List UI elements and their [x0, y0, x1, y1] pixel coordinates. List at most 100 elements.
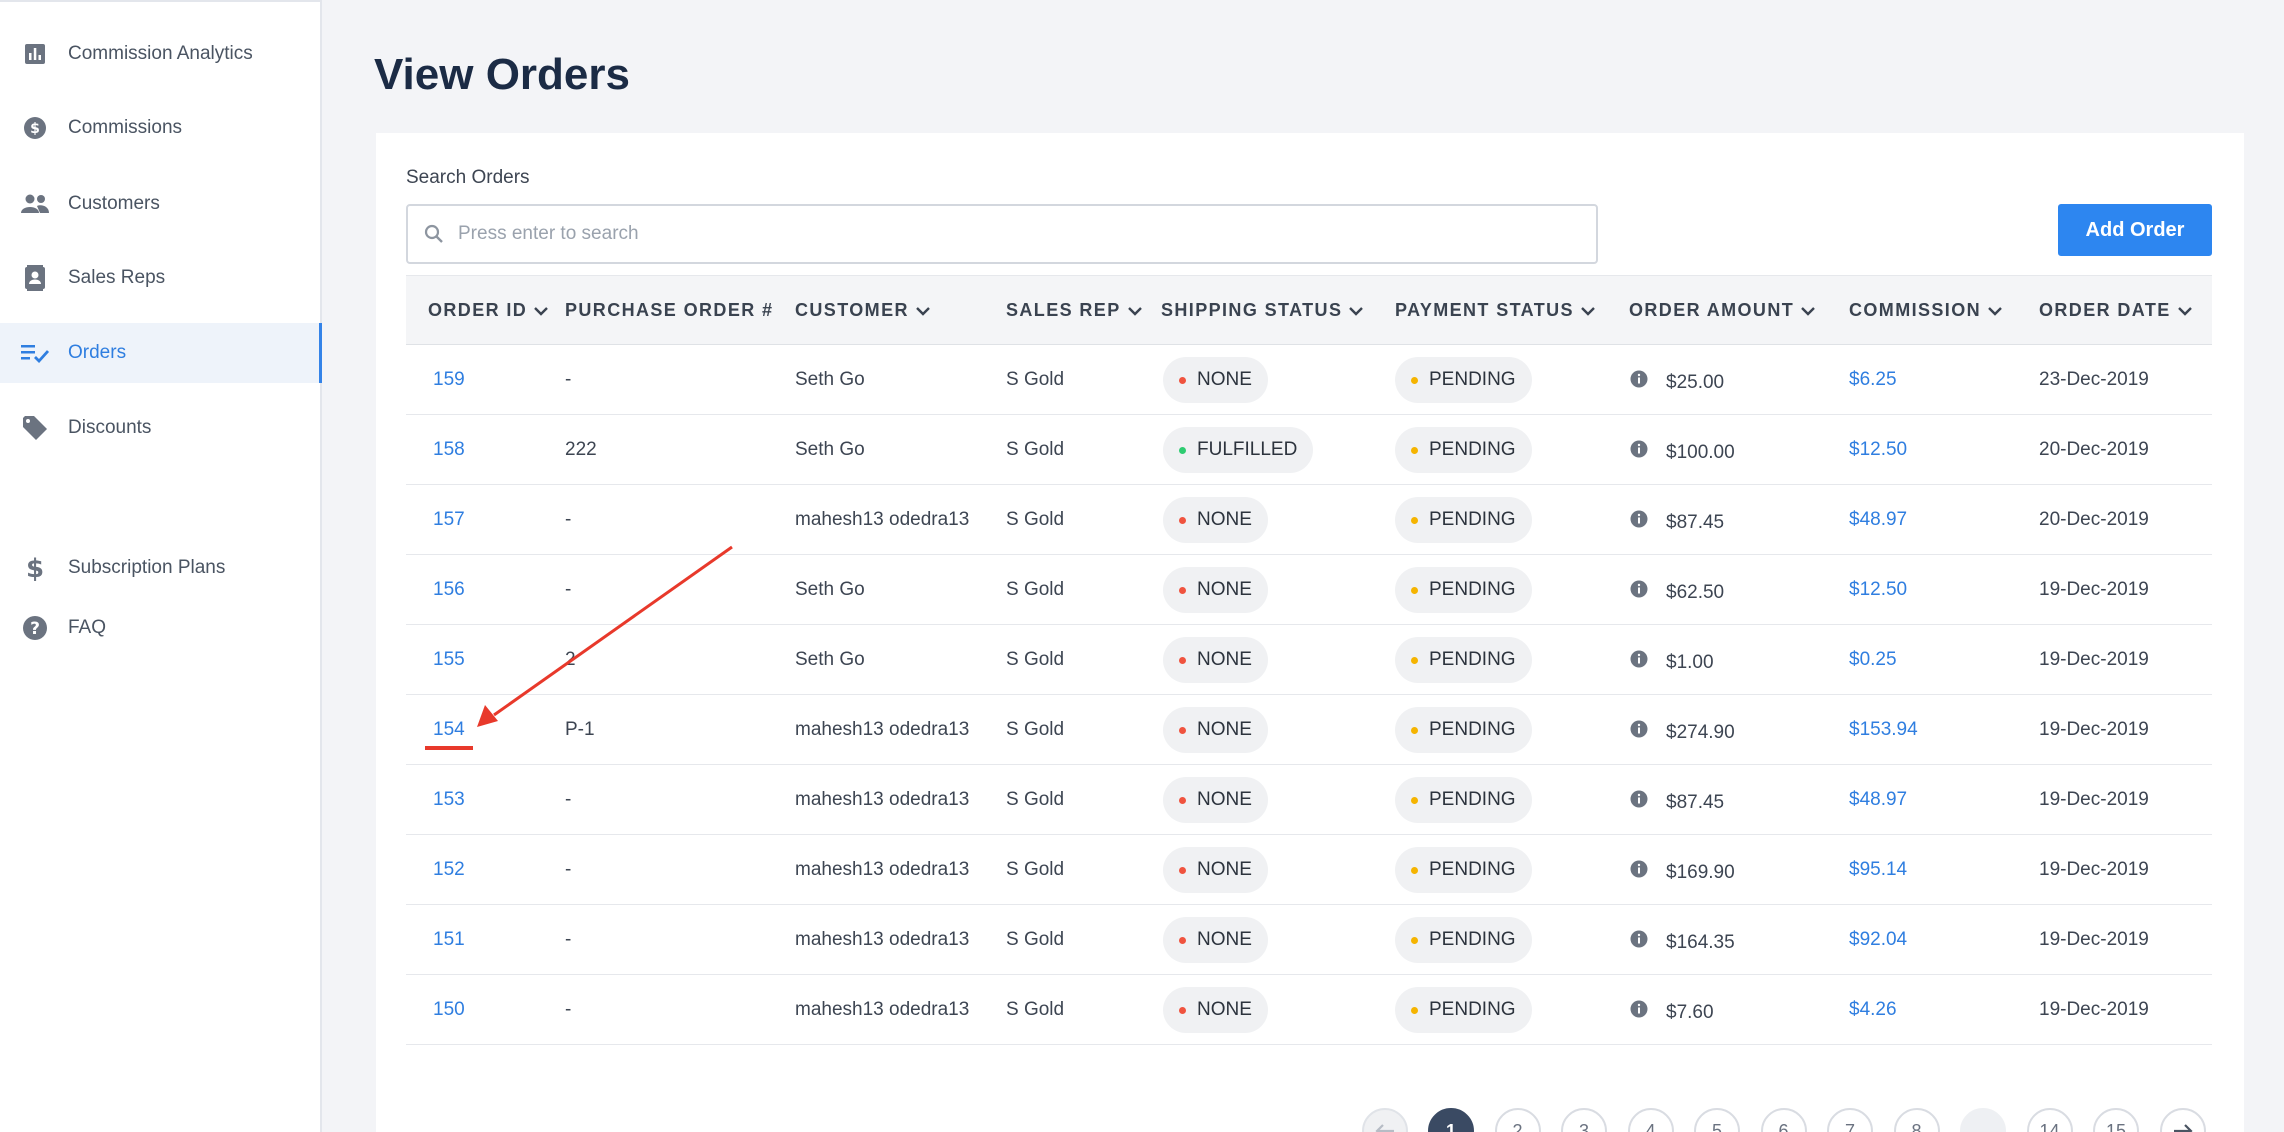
table-row[interactable]: 158 222 Seth Go S Gold FULFILLED PENDING $100.…: [406, 415, 2212, 485]
payment-status-label: PENDING: [1429, 719, 1516, 740]
table-row[interactable]: 153 - mahesh13 odedra13 S Gold NONE PENDING $8…: [406, 765, 2212, 835]
sidebar-item-label: Subscription Plans: [68, 557, 226, 578]
purchase-order-cell: 222: [565, 439, 597, 460]
column-header-customer[interactable]: CUSTOMER: [795, 300, 931, 321]
commission-link[interactable]: $153.94: [1849, 719, 1918, 741]
shipping-status-label: NONE: [1197, 369, 1252, 390]
shipping-status-badge: NONE: [1163, 917, 1268, 963]
order-amount-cell: $169.90: [1666, 862, 1735, 883]
shipping-status-badge: NONE: [1163, 567, 1268, 613]
order-id-link[interactable]: 154: [433, 719, 465, 741]
sales-rep-cell: S Gold: [1006, 999, 1065, 1020]
order-amount-cell: $100.00: [1666, 442, 1735, 463]
commission-link[interactable]: $48.97: [1849, 789, 1907, 811]
column-label: SALES REP: [1006, 300, 1121, 320]
status-dot: [1179, 587, 1186, 594]
column-header-order-id[interactable]: ORDER ID: [428, 300, 549, 321]
table-row[interactable]: 151 - mahesh13 odedra13 S Gold NONE PENDING $1…: [406, 905, 2212, 975]
order-id-link[interactable]: 155: [433, 649, 465, 671]
table-row[interactable]: 152 - mahesh13 odedra13 S Gold NONE PENDING $1…: [406, 835, 2212, 905]
commission-link[interactable]: $95.14: [1849, 859, 1907, 881]
customer-cell: Seth Go: [795, 649, 865, 670]
order-id-link[interactable]: 152: [433, 859, 465, 881]
sidebar-item-orders[interactable]: Orders: [0, 323, 322, 383]
info-icon[interactable]: [1629, 579, 1649, 599]
search-input[interactable]: [458, 216, 1578, 252]
shipping-status-badge: NONE: [1163, 777, 1268, 823]
table-row[interactable]: 150 - mahesh13 odedra13 S Gold NONE PENDING $7…: [406, 975, 2212, 1045]
info-icon[interactable]: [1629, 719, 1649, 739]
table-row[interactable]: 156 - Seth Go S Gold NONE PENDING $62.50 $12.50…: [406, 555, 2212, 625]
order-id-link[interactable]: 153: [433, 789, 465, 811]
column-header-shipping-status[interactable]: SHIPPING STATUS: [1161, 300, 1364, 321]
order-id-link[interactable]: 150: [433, 999, 465, 1021]
info-icon[interactable]: [1629, 369, 1649, 389]
shipping-status-label: NONE: [1197, 929, 1252, 950]
table-row[interactable]: 155 2 Seth Go S Gold NONE PENDING $1.00 $0.25 19…: [406, 625, 2212, 695]
order-id-link[interactable]: 151: [433, 929, 465, 951]
customer-cell: mahesh13 odedra13: [795, 719, 970, 740]
status-dot: [1411, 797, 1418, 804]
info-icon[interactable]: [1629, 509, 1649, 529]
order-id-link[interactable]: 158: [433, 439, 465, 461]
order-date-cell: 19-Dec-2019: [2039, 929, 2149, 950]
search-icon: [424, 224, 446, 246]
info-icon[interactable]: [1629, 999, 1649, 1019]
sidebar-item-sales-reps[interactable]: Sales Reps: [0, 248, 322, 308]
order-date-cell: 23-Dec-2019: [2039, 369, 2149, 390]
commission-link[interactable]: $48.97: [1849, 509, 1907, 531]
sidebar-item-discounts[interactable]: Discounts: [0, 398, 322, 458]
table-row[interactable]: 157 - mahesh13 odedra13 S Gold NONE PENDING $8…: [406, 485, 2212, 555]
customer-cell: Seth Go: [795, 369, 865, 390]
info-icon[interactable]: [1629, 859, 1649, 879]
checklist-icon: [20, 338, 50, 368]
chevron-down-icon: [1349, 306, 1364, 316]
info-icon[interactable]: [1629, 929, 1649, 949]
commission-link[interactable]: $4.26: [1849, 999, 1897, 1021]
customer-cell: mahesh13 odedra13: [795, 999, 970, 1020]
column-header-sales-rep[interactable]: SALES REP: [1006, 300, 1143, 321]
info-icon[interactable]: [1629, 439, 1649, 459]
sidebar: Commission Analytics $ Commissions Custo…: [0, 0, 322, 1132]
commission-link[interactable]: $92.04: [1849, 929, 1907, 951]
sidebar-item-customers[interactable]: Customers: [0, 174, 322, 234]
info-icon[interactable]: [1629, 649, 1649, 669]
column-label: SHIPPING STATUS: [1161, 300, 1343, 320]
commission-link[interactable]: $12.50: [1849, 579, 1907, 601]
sidebar-item-subscription-plans[interactable]: $ Subscription Plans: [0, 538, 322, 598]
purchase-order-cell: P-1: [565, 719, 595, 740]
sidebar-item-faq[interactable]: ? FAQ: [0, 598, 322, 658]
shipping-status-badge: FULFILLED: [1163, 427, 1314, 473]
sidebar-item-commission-analytics[interactable]: Commission Analytics: [0, 24, 322, 84]
payment-status-label: PENDING: [1429, 999, 1516, 1020]
order-date-cell: 19-Dec-2019: [2039, 789, 2149, 810]
customer-cell: mahesh13 odedra13: [795, 789, 970, 810]
order-id-link[interactable]: 156: [433, 579, 465, 601]
customer-cell: Seth Go: [795, 579, 865, 600]
column-header-payment-status[interactable]: PAYMENT STATUS: [1395, 300, 1596, 321]
status-dot: [1179, 867, 1186, 874]
column-header-order-date[interactable]: ORDER DATE: [2039, 300, 2193, 321]
order-id-link[interactable]: 159: [433, 369, 465, 391]
order-date-cell: 20-Dec-2019: [2039, 509, 2149, 530]
column-header-commission[interactable]: COMMISSION: [1849, 300, 2003, 321]
order-id-link[interactable]: 157: [433, 509, 465, 531]
shipping-status-label: NONE: [1197, 859, 1252, 880]
table-row[interactable]: 159 - Seth Go S Gold NONE PENDING $25.00 $6.25 2…: [406, 345, 2212, 415]
column-label: PAYMENT STATUS: [1395, 300, 1574, 320]
status-dot: [1179, 447, 1186, 454]
commission-link[interactable]: $0.25: [1849, 649, 1897, 671]
sales-rep-cell: S Gold: [1006, 509, 1065, 530]
commission-link[interactable]: $6.25: [1849, 369, 1897, 391]
payment-status-label: PENDING: [1429, 509, 1516, 530]
add-order-button[interactable]: Add Order: [2058, 204, 2212, 256]
status-dot: [1179, 1007, 1186, 1014]
table-row[interactable]: 154 P-1 mahesh13 odedra13 S Gold NONE PENDING…: [406, 695, 2212, 765]
payment-status-badge: PENDING: [1395, 847, 1532, 893]
info-icon[interactable]: [1629, 789, 1649, 809]
payment-status-label: PENDING: [1429, 649, 1516, 670]
commission-link[interactable]: $12.50: [1849, 439, 1907, 461]
dollar-circle-icon: $: [20, 113, 50, 143]
sidebar-item-commissions[interactable]: $ Commissions: [0, 98, 322, 158]
column-header-order-amount[interactable]: ORDER AMOUNT: [1629, 300, 1816, 321]
